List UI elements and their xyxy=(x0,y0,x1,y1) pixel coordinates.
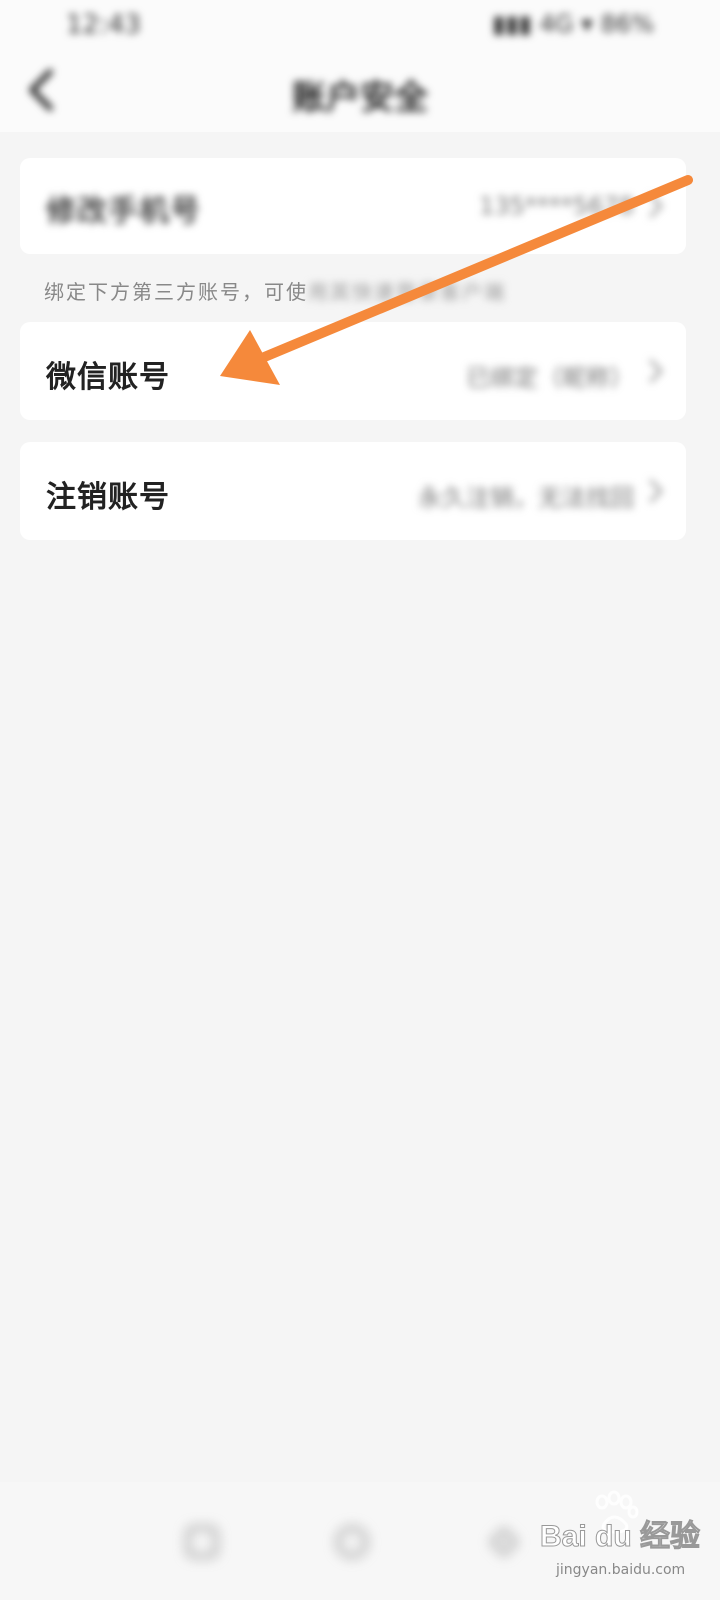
change-phone-row[interactable]: 修改手机号 135****5678 xyxy=(20,158,686,254)
chevron-right-icon xyxy=(648,358,664,384)
hint-visible: 绑定下方第三方账号，可使 xyxy=(44,280,308,304)
deactivate-account-label: 注销账号 xyxy=(46,480,170,515)
wechat-account-value: 已绑定（昵称） xyxy=(466,364,634,392)
status-indicators: ▮▮▮ 4G ▾ 86% xyxy=(492,10,654,38)
third-party-hint: 绑定下方第三方账号，可使用其快速登录客户端 xyxy=(44,276,506,305)
baidu-paw-logo-icon: Bai du 经验 xyxy=(540,1490,701,1554)
status-bar: 12:43 ▮▮▮ 4G ▾ 86% xyxy=(0,0,720,50)
deactivate-account-value: 永久注销，无法找回 xyxy=(418,484,634,512)
watermark-brand: Bai du 经验 xyxy=(540,1519,700,1553)
change-phone-label: 修改手机号 xyxy=(46,194,201,229)
page-title: 账户安全 xyxy=(292,78,428,118)
discover-icon[interactable] xyxy=(332,1522,372,1562)
baidu-jingyan-watermark: Bai du 经验 xyxy=(540,1490,710,1560)
status-time: 12:43 xyxy=(66,10,141,40)
header: 账户安全 xyxy=(0,50,720,132)
hint-blurred: 用其快速登录客户端 xyxy=(308,280,506,304)
wechat-account-row[interactable]: 微信账号 已绑定（昵称） xyxy=(20,322,686,420)
wechat-account-label: 微信账号 xyxy=(46,360,170,395)
watermark-url: jingyan.baidu.com xyxy=(556,1562,686,1578)
deactivate-account-row[interactable]: 注销账号 永久注销，无法找回 xyxy=(20,442,686,540)
chevron-right-icon xyxy=(648,193,664,219)
change-phone-value: 135****5678 xyxy=(479,192,634,220)
profile-icon[interactable] xyxy=(484,1522,524,1562)
home-icon[interactable] xyxy=(182,1522,222,1562)
chevron-right-icon xyxy=(648,478,664,504)
